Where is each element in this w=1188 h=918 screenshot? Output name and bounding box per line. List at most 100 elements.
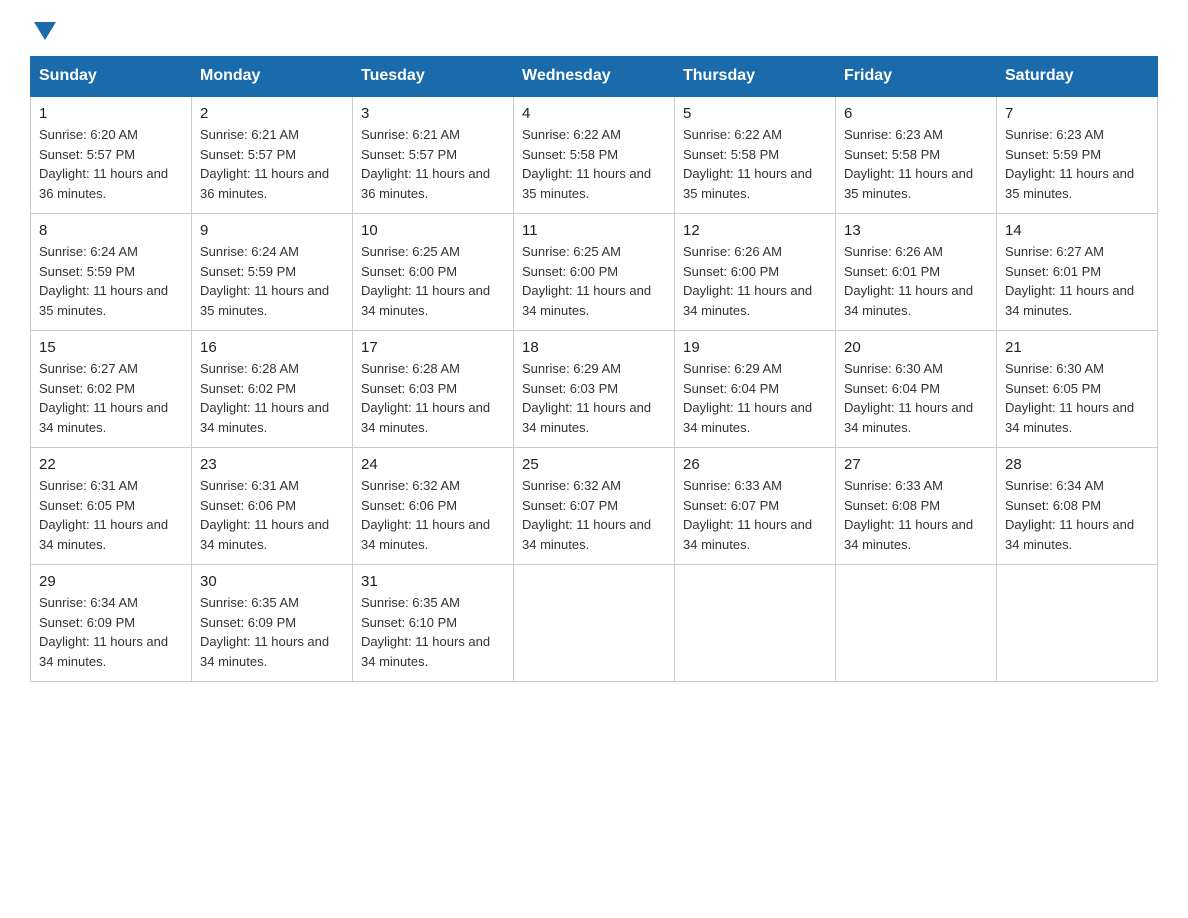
sunrise-label: Sunrise: 6:25 AM [361,244,460,259]
daylight-label: Daylight: 11 hours and 35 minutes. [844,166,973,201]
sunset-label: Sunset: 5:59 PM [200,264,296,279]
calendar-cell: 2 Sunrise: 6:21 AM Sunset: 5:57 PM Dayli… [192,96,353,214]
daylight-label: Daylight: 11 hours and 34 minutes. [361,634,490,669]
sunset-label: Sunset: 6:00 PM [361,264,457,279]
cell-content: Sunrise: 6:25 AM Sunset: 6:00 PM Dayligh… [361,242,505,320]
calendar-cell: 20 Sunrise: 6:30 AM Sunset: 6:04 PM Dayl… [836,331,997,448]
sunset-label: Sunset: 6:03 PM [361,381,457,396]
day-header-thursday: Thursday [675,57,836,97]
day-number: 10 [361,222,505,239]
calendar-cell: 31 Sunrise: 6:35 AM Sunset: 6:10 PM Dayl… [353,565,514,682]
sunset-label: Sunset: 6:10 PM [361,615,457,630]
calendar-cell: 25 Sunrise: 6:32 AM Sunset: 6:07 PM Dayl… [514,448,675,565]
cell-content: Sunrise: 6:33 AM Sunset: 6:07 PM Dayligh… [683,476,827,554]
calendar-cell [514,565,675,682]
sunrise-label: Sunrise: 6:28 AM [361,361,460,376]
calendar-cell: 22 Sunrise: 6:31 AM Sunset: 6:05 PM Dayl… [31,448,192,565]
sunrise-label: Sunrise: 6:28 AM [200,361,299,376]
day-number: 20 [844,339,988,356]
cell-content: Sunrise: 6:30 AM Sunset: 6:05 PM Dayligh… [1005,359,1149,437]
cell-content: Sunrise: 6:22 AM Sunset: 5:58 PM Dayligh… [683,125,827,203]
cell-content: Sunrise: 6:33 AM Sunset: 6:08 PM Dayligh… [844,476,988,554]
sunset-label: Sunset: 5:57 PM [39,147,135,162]
sunset-label: Sunset: 6:09 PM [200,615,296,630]
day-number: 7 [1005,105,1149,122]
daylight-label: Daylight: 11 hours and 34 minutes. [683,283,812,318]
sunrise-label: Sunrise: 6:35 AM [200,595,299,610]
day-number: 13 [844,222,988,239]
daylight-label: Daylight: 11 hours and 34 minutes. [200,400,329,435]
daylight-label: Daylight: 11 hours and 34 minutes. [522,517,651,552]
daylight-label: Daylight: 11 hours and 34 minutes. [683,517,812,552]
daylight-label: Daylight: 11 hours and 34 minutes. [1005,400,1134,435]
calendar-cell: 3 Sunrise: 6:21 AM Sunset: 5:57 PM Dayli… [353,96,514,214]
daylight-label: Daylight: 11 hours and 36 minutes. [200,166,329,201]
sunrise-label: Sunrise: 6:22 AM [522,127,621,142]
calendar-cell: 23 Sunrise: 6:31 AM Sunset: 6:06 PM Dayl… [192,448,353,565]
sunrise-label: Sunrise: 6:30 AM [844,361,943,376]
day-header-friday: Friday [836,57,997,97]
cell-content: Sunrise: 6:23 AM Sunset: 5:59 PM Dayligh… [1005,125,1149,203]
cell-content: Sunrise: 6:35 AM Sunset: 6:09 PM Dayligh… [200,593,344,671]
day-number: 28 [1005,456,1149,473]
sunset-label: Sunset: 6:07 PM [683,498,779,513]
sunrise-label: Sunrise: 6:23 AM [844,127,943,142]
sunrise-label: Sunrise: 6:33 AM [844,478,943,493]
day-header-sunday: Sunday [31,57,192,97]
day-number: 19 [683,339,827,356]
daylight-label: Daylight: 11 hours and 34 minutes. [844,517,973,552]
daylight-label: Daylight: 11 hours and 36 minutes. [361,166,490,201]
sunset-label: Sunset: 5:57 PM [361,147,457,162]
daylight-label: Daylight: 11 hours and 34 minutes. [39,517,168,552]
calendar-cell: 21 Sunrise: 6:30 AM Sunset: 6:05 PM Dayl… [997,331,1158,448]
cell-content: Sunrise: 6:34 AM Sunset: 6:08 PM Dayligh… [1005,476,1149,554]
day-number: 22 [39,456,183,473]
daylight-label: Daylight: 11 hours and 34 minutes. [39,634,168,669]
logo-triangle-icon [34,22,56,40]
daylight-label: Daylight: 11 hours and 34 minutes. [39,400,168,435]
calendar-header-row: SundayMondayTuesdayWednesdayThursdayFrid… [31,57,1158,97]
sunset-label: Sunset: 6:02 PM [200,381,296,396]
calendar-cell: 28 Sunrise: 6:34 AM Sunset: 6:08 PM Dayl… [997,448,1158,565]
day-number: 11 [522,222,666,239]
day-number: 26 [683,456,827,473]
calendar-cell: 16 Sunrise: 6:28 AM Sunset: 6:02 PM Dayl… [192,331,353,448]
cell-content: Sunrise: 6:35 AM Sunset: 6:10 PM Dayligh… [361,593,505,671]
cell-content: Sunrise: 6:28 AM Sunset: 6:02 PM Dayligh… [200,359,344,437]
sunset-label: Sunset: 6:08 PM [1005,498,1101,513]
day-number: 31 [361,573,505,590]
sunrise-label: Sunrise: 6:34 AM [39,595,138,610]
daylight-label: Daylight: 11 hours and 34 minutes. [1005,517,1134,552]
sunrise-label: Sunrise: 6:29 AM [522,361,621,376]
sunrise-label: Sunrise: 6:31 AM [39,478,138,493]
daylight-label: Daylight: 11 hours and 34 minutes. [200,634,329,669]
sunset-label: Sunset: 5:58 PM [522,147,618,162]
page-header [30,20,1158,36]
sunset-label: Sunset: 6:02 PM [39,381,135,396]
sunset-label: Sunset: 6:00 PM [683,264,779,279]
cell-content: Sunrise: 6:22 AM Sunset: 5:58 PM Dayligh… [522,125,666,203]
calendar-cell: 5 Sunrise: 6:22 AM Sunset: 5:58 PM Dayli… [675,96,836,214]
sunset-label: Sunset: 6:07 PM [522,498,618,513]
daylight-label: Daylight: 11 hours and 35 minutes. [39,283,168,318]
calendar-week-row: 15 Sunrise: 6:27 AM Sunset: 6:02 PM Dayl… [31,331,1158,448]
day-number: 27 [844,456,988,473]
sunrise-label: Sunrise: 6:21 AM [200,127,299,142]
sunset-label: Sunset: 6:05 PM [1005,381,1101,396]
cell-content: Sunrise: 6:29 AM Sunset: 6:03 PM Dayligh… [522,359,666,437]
cell-content: Sunrise: 6:21 AM Sunset: 5:57 PM Dayligh… [361,125,505,203]
sunset-label: Sunset: 5:59 PM [39,264,135,279]
calendar-table: SundayMondayTuesdayWednesdayThursdayFrid… [30,56,1158,682]
sunset-label: Sunset: 5:59 PM [1005,147,1101,162]
day-header-saturday: Saturday [997,57,1158,97]
day-number: 16 [200,339,344,356]
day-number: 12 [683,222,827,239]
calendar-cell: 30 Sunrise: 6:35 AM Sunset: 6:09 PM Dayl… [192,565,353,682]
calendar-week-row: 29 Sunrise: 6:34 AM Sunset: 6:09 PM Dayl… [31,565,1158,682]
day-number: 30 [200,573,344,590]
sunset-label: Sunset: 6:04 PM [683,381,779,396]
sunset-label: Sunset: 5:58 PM [844,147,940,162]
daylight-label: Daylight: 11 hours and 34 minutes. [361,517,490,552]
day-number: 2 [200,105,344,122]
sunrise-label: Sunrise: 6:25 AM [522,244,621,259]
